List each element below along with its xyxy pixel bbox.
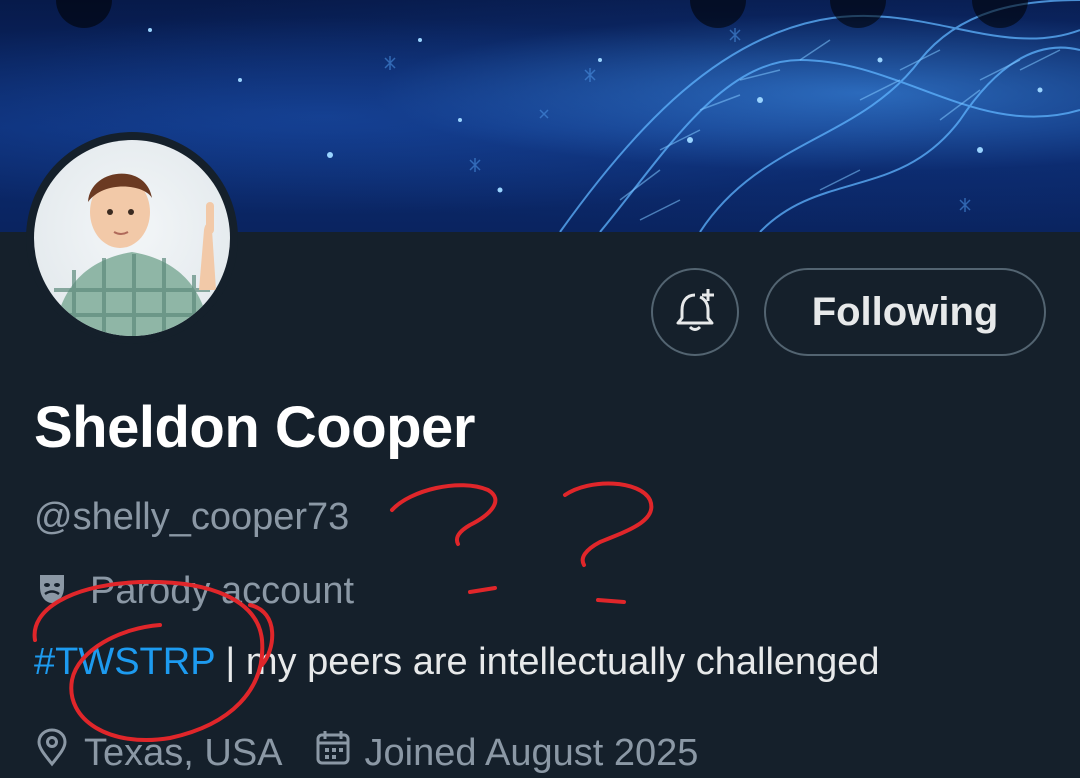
display-name: Sheldon Cooper bbox=[34, 395, 475, 460]
location-text: Texas, USA bbox=[84, 731, 283, 774]
bio-hashtag-link[interactable]: #TWSTRP bbox=[34, 641, 215, 683]
avatar-photo bbox=[54, 173, 216, 336]
bio-text: my peers are intellectually challenged bbox=[245, 641, 880, 683]
location-item: Texas, USA bbox=[34, 728, 283, 778]
map-pin-icon bbox=[34, 728, 70, 778]
notify-button[interactable] bbox=[651, 268, 739, 356]
calendar-icon bbox=[315, 729, 351, 777]
user-handle: @shelly_cooper73 bbox=[34, 496, 350, 538]
avatar-container bbox=[26, 132, 238, 344]
avatar[interactable] bbox=[34, 140, 230, 336]
profile-bio: #TWSTRP | my peers are intellectually ch… bbox=[34, 641, 880, 684]
profile-meta: Texas, USA Joined August 2025 bbox=[34, 728, 698, 778]
theater-masks-icon bbox=[34, 569, 74, 614]
joined-item: Joined August 2025 bbox=[315, 729, 699, 777]
question-mark-annotation bbox=[390, 483, 498, 546]
bell-plus-icon bbox=[670, 285, 720, 340]
parody-badge: Parody account bbox=[34, 568, 354, 614]
dash-annotation bbox=[468, 586, 497, 594]
parody-label: Parody account bbox=[90, 569, 355, 612]
dash-annotation bbox=[596, 598, 626, 604]
following-button[interactable]: Following bbox=[764, 268, 1046, 356]
bio-separator: | bbox=[214, 641, 246, 683]
joined-text: Joined August 2025 bbox=[364, 731, 699, 774]
question-mark-annotation bbox=[563, 481, 654, 567]
